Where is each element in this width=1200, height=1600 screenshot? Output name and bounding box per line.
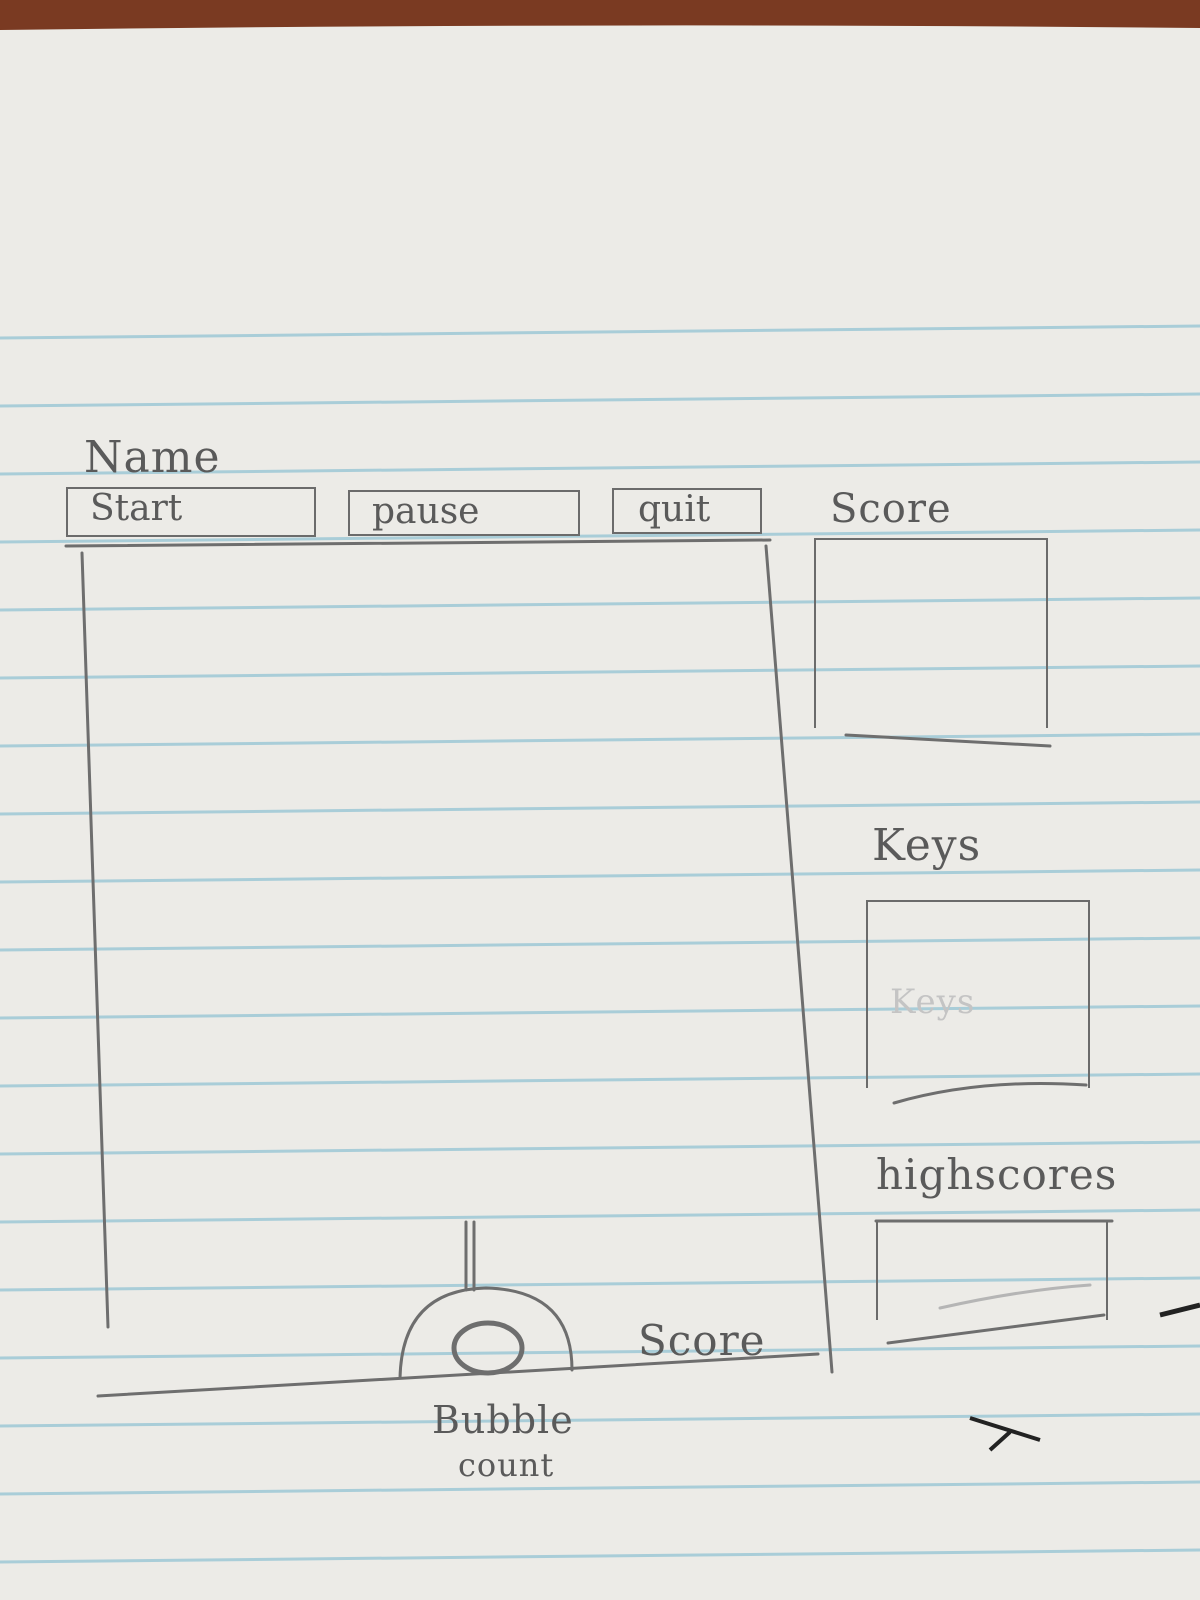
sidebar-score-label: Score	[830, 486, 952, 532]
start-button[interactable]: Start	[66, 487, 316, 537]
game-area[interactable]	[84, 550, 784, 1320]
highscores-box	[876, 1222, 1108, 1320]
keys-box: Keys	[866, 900, 1090, 1088]
quit-button[interactable]: quit	[612, 488, 762, 534]
player-name-label: Name	[84, 432, 221, 483]
score-box	[814, 538, 1048, 728]
keys-box-text: Keys	[890, 982, 976, 1022]
pause-button[interactable]: pause	[348, 490, 580, 536]
bottom-score-label: Score	[638, 1316, 766, 1365]
bubble-count-label: Bubble	[432, 1398, 574, 1442]
keys-label: Keys	[872, 820, 982, 871]
cannon-icon	[398, 1220, 574, 1380]
bubble-count-label-line2: count	[458, 1446, 555, 1484]
highscores-label: highscores	[876, 1150, 1118, 1199]
